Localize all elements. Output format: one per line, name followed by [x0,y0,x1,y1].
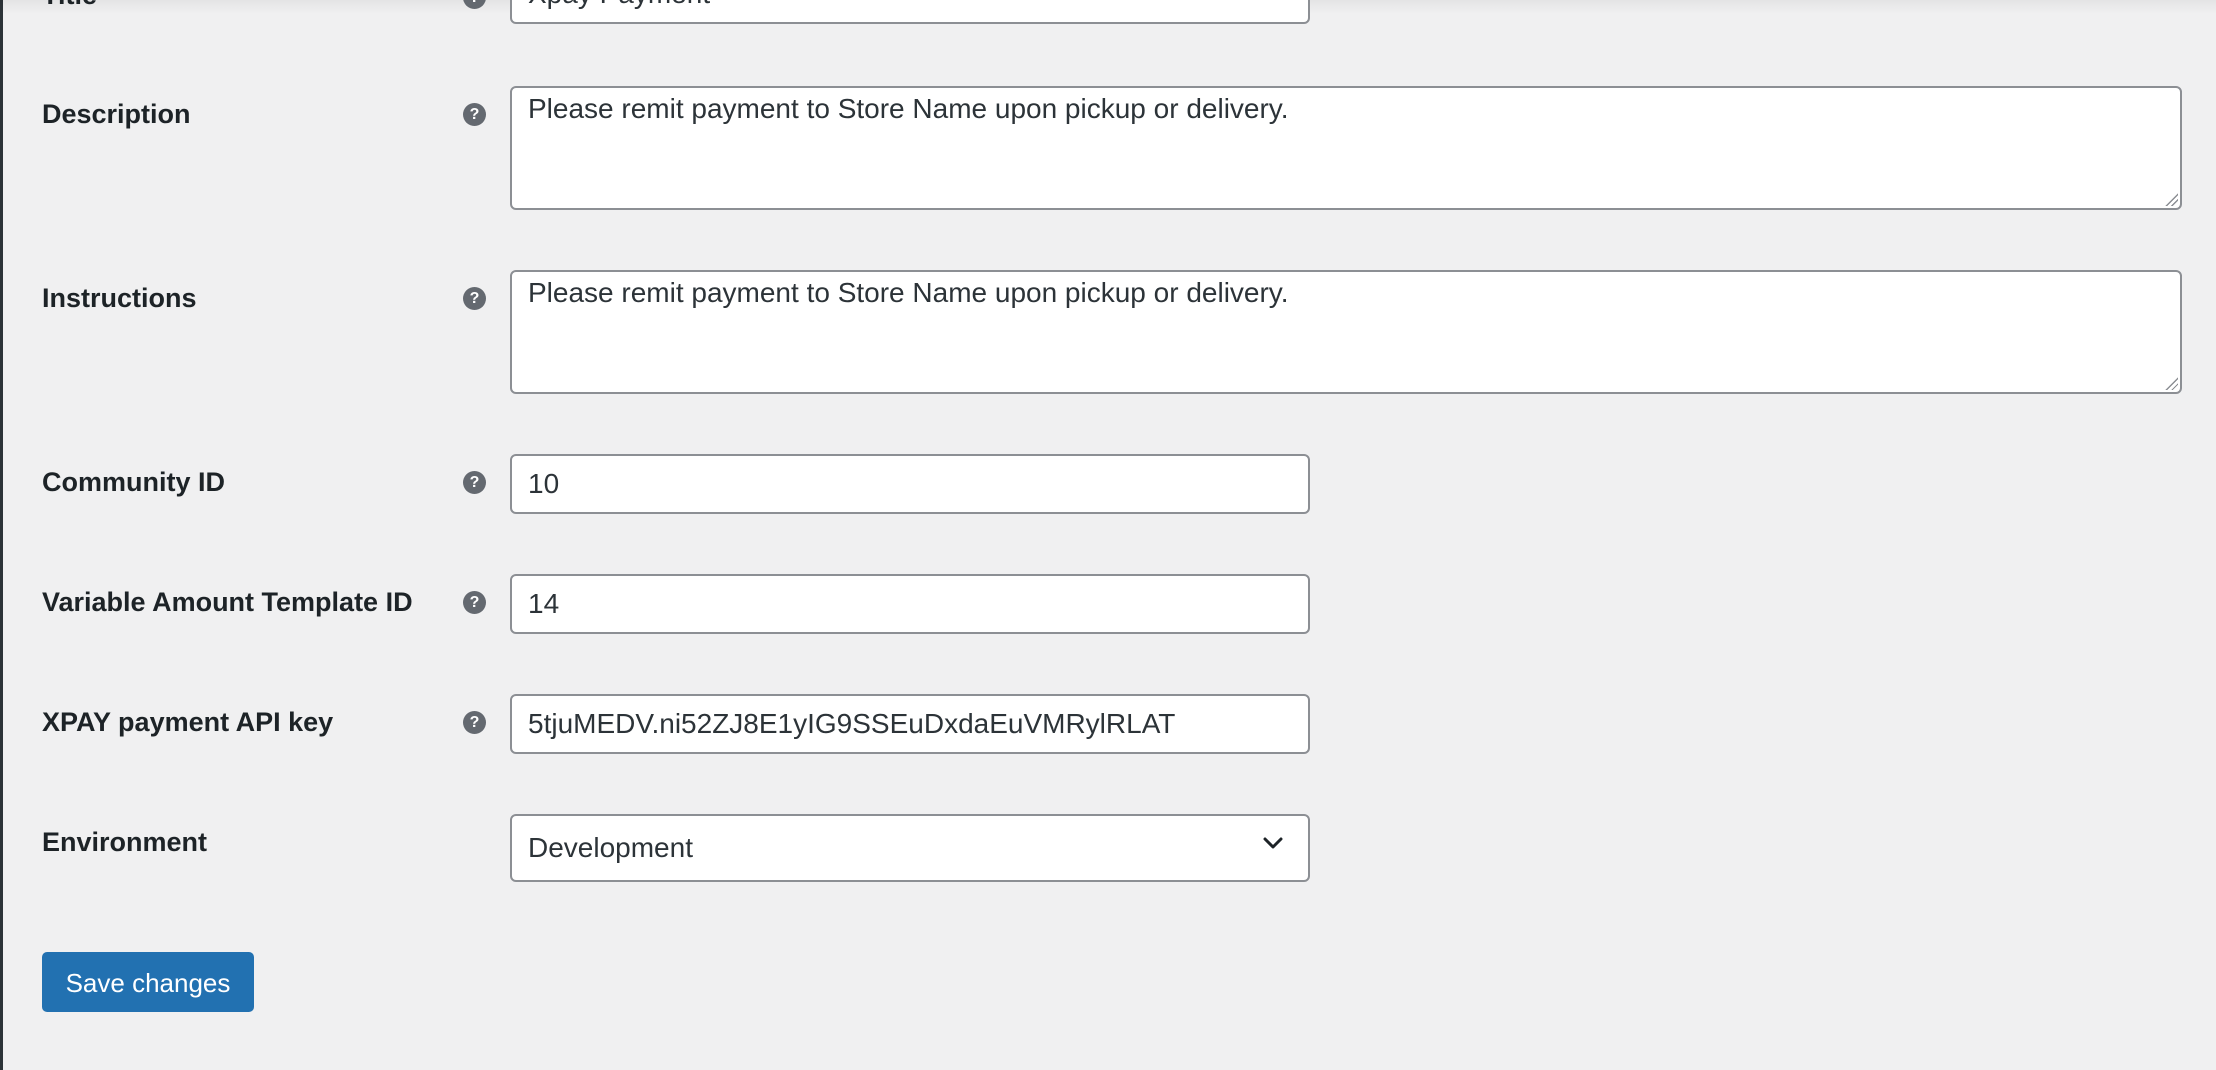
resize-grip-icon[interactable] [2164,192,2178,206]
instructions-text: Please remit payment to Store Name upon … [528,277,1289,308]
chevron-down-icon [1263,837,1283,849]
help-icon[interactable]: ? [463,103,486,126]
environment-selected-value: Development [528,832,693,863]
resize-grip-icon[interactable] [2164,376,2178,390]
help-icon[interactable]: ? [463,711,486,734]
description-textarea[interactable]: Please remit payment to Store Name upon … [510,86,2182,210]
help-icon[interactable]: ? [463,287,486,310]
title-input[interactable]: Xpay Payment [510,0,1310,24]
variable-amount-template-id-label: Variable Amount Template ID [42,587,413,617]
description-label: Description [42,99,191,129]
community-id-input[interactable]: 10 [510,454,1310,514]
instructions-textarea[interactable]: Please remit payment to Store Name upon … [510,270,2182,394]
api-key-input[interactable]: 5tjuMEDV.ni52ZJ8E1yIG9SSEuDxdaEuVMRylRLA… [510,694,1310,754]
title-label: Title [42,0,97,12]
admin-sidebar-edge [0,0,3,1070]
help-icon[interactable]: ? [463,591,486,614]
environment-label: Environment [42,827,208,857]
community-id-label: Community ID [42,467,226,497]
save-changes-button[interactable]: Save changes [42,952,254,1012]
description-text: Please remit payment to Store Name upon … [528,93,1289,124]
api-key-label: XPAY payment API key [42,707,334,737]
help-icon[interactable]: ? [463,471,486,494]
variable-amount-template-id-input[interactable]: 14 [510,574,1310,634]
instructions-label: Instructions [42,283,197,313]
environment-select[interactable]: Development [510,814,1310,882]
